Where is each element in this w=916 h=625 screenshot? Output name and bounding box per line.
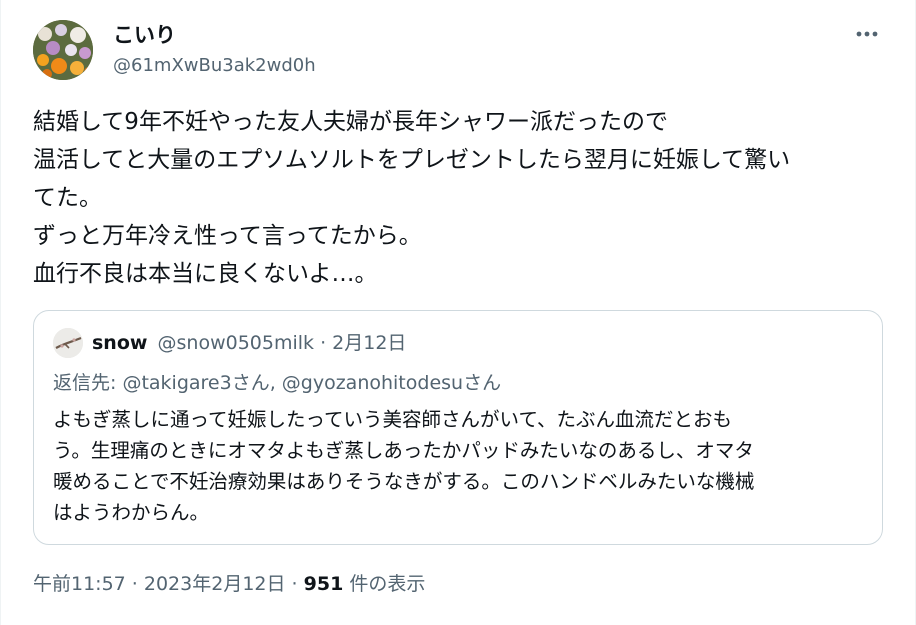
views-count: 951	[303, 573, 344, 595]
tweet-text-line: 結婚して9年不妊やった友人夫婦が長年シャワー派だったので	[33, 109, 668, 135]
author-display-name[interactable]: こいり	[113, 20, 176, 50]
more-horizontal-icon	[856, 31, 878, 37]
tweet-card: こいり @61mXwBu3ak2wd0h 結婚して9年不妊やった友人夫婦が長年シ…	[0, 0, 916, 625]
tweet-text-line: 温活してと大量のエプソムソルトをプレゼントしたら翌月に妊娠して驚い	[33, 147, 791, 173]
tweet-text-line: 血行不良は本当に良くないよ…。	[33, 261, 378, 287]
footer-separator: ·	[285, 573, 304, 595]
quoted-tweet-text: よもぎ蒸しに通って妊娠したっていう美容師さんがいて、たぶん血流だとおも う。生理…	[53, 404, 873, 528]
author-handle[interactable]: @61mXwBu3ak2wd0h	[113, 53, 316, 79]
quoted-text-line: よもぎ蒸しに通って妊娠したっていう美容師さんがいて、たぶん血流だとおも	[53, 408, 732, 431]
quoted-text-line: はようわからん。	[53, 501, 210, 524]
quoted-author-avatar	[53, 328, 83, 358]
more-options-button[interactable]	[847, 18, 887, 50]
tweet-text-line: てた。	[33, 185, 102, 211]
author-avatar[interactable]	[33, 20, 93, 80]
branch-avatar-image	[53, 328, 83, 358]
quoted-text-line: 暖めることで不妊治療効果はありそうなきがする。このハンドベルみたいな機械	[53, 470, 755, 493]
quoted-author-name: snow	[92, 332, 148, 354]
timestamp-link[interactable]: 午前11:57 · 2023年2月12日	[33, 573, 286, 595]
quoted-text-line: う。生理痛のときにオマタよもぎ蒸しあったかパッドみたいなのあるし、オマタ	[53, 439, 754, 462]
tweet-text: 結婚して9年不妊やった友人夫婦が長年シャワー派だったので 温活してと大量のエプソ…	[33, 103, 893, 293]
flower-avatar-image	[33, 20, 93, 80]
tweet-text-line: ずっと万年冷え性って言ってたから。	[33, 223, 422, 249]
views-label: 件の表示	[343, 573, 426, 595]
tweet-footer: 午前11:57 · 2023年2月12日 · 951 件の表示	[33, 570, 425, 598]
quoted-tweet[interactable]: snow @snow0505milk · 2月12日 返信先: @takigar…	[33, 310, 883, 545]
quoted-tweet-header: snow @snow0505milk · 2月12日	[92, 329, 406, 357]
quoted-handle-date: @snow0505milk · 2月12日	[157, 332, 407, 354]
quoted-reply-to: 返信先: @takigare3さん, @gyozanohitodesuさん	[53, 372, 502, 394]
